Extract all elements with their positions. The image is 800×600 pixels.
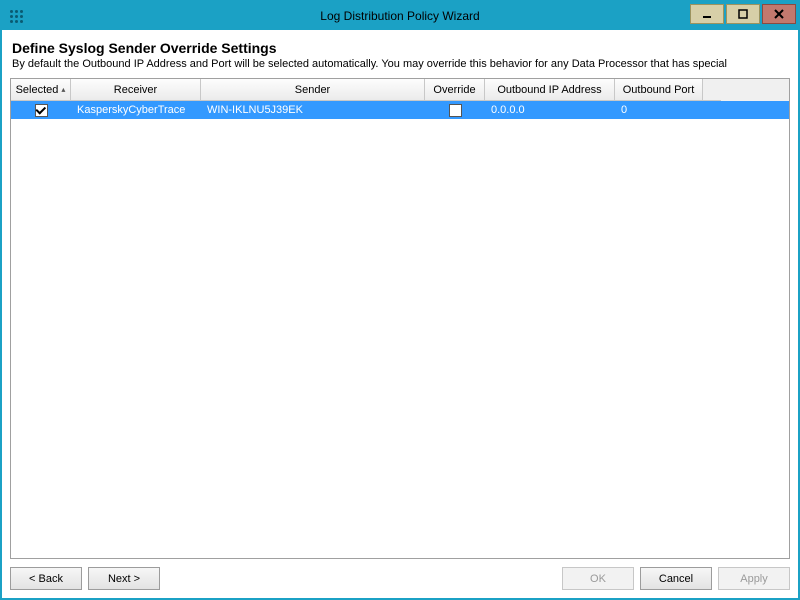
col-header-receiver[interactable]: Receiver (71, 79, 201, 101)
page-subtext: By default the Outbound IP Address and P… (12, 58, 788, 70)
override-checkbox-icon[interactable] (449, 104, 462, 117)
col-header-ip[interactable]: Outbound IP Address (485, 79, 615, 101)
apply-button: Apply (718, 567, 790, 590)
button-row: < Back Next > OK Cancel Apply (10, 559, 790, 590)
col-header-port[interactable]: Outbound Port (615, 79, 703, 101)
titlebar[interactable]: Log Distribution Policy Wizard (2, 2, 798, 30)
cell-ip: 0.0.0.0 (485, 101, 615, 119)
col-header-selected-label: Selected (16, 84, 59, 96)
grid-body[interactable]: KasperskyCyberTrace WIN-IKLNU5J39EK 0.0.… (11, 101, 789, 558)
cell-selected[interactable] (11, 101, 71, 119)
override-grid: Selected ▴ Receiver Sender Override Outb… (10, 78, 790, 559)
col-header-scroll-gutter (703, 79, 721, 101)
ok-button: OK (562, 567, 634, 590)
cancel-button[interactable]: Cancel (640, 567, 712, 590)
app-icon (2, 2, 30, 30)
wizard-window: Log Distribution Policy Wizard Define Sy… (0, 0, 800, 600)
page-heading: Define Syslog Sender Override Settings (12, 40, 788, 56)
back-button[interactable]: < Back (10, 567, 82, 590)
sort-asc-icon: ▴ (61, 85, 65, 94)
cell-port: 0 (615, 101, 703, 119)
close-button[interactable] (762, 4, 796, 24)
minimize-button[interactable] (690, 4, 724, 24)
col-header-override[interactable]: Override (425, 79, 485, 101)
grid-header: Selected ▴ Receiver Sender Override Outb… (11, 79, 789, 101)
client-area: Define Syslog Sender Override Settings B… (2, 30, 798, 598)
window-title: Log Distribution Policy Wizard (2, 9, 798, 23)
cell-override[interactable] (425, 101, 485, 119)
maximize-button[interactable] (726, 4, 760, 24)
cell-sender: WIN-IKLNU5J39EK (201, 101, 425, 119)
next-button[interactable]: Next > (88, 567, 160, 590)
table-row[interactable]: KasperskyCyberTrace WIN-IKLNU5J39EK 0.0.… (11, 101, 789, 119)
window-controls (690, 2, 798, 30)
selected-checkbox-icon[interactable] (35, 104, 48, 117)
col-header-sender[interactable]: Sender (201, 79, 425, 101)
cell-receiver: KasperskyCyberTrace (71, 101, 201, 119)
col-header-selected[interactable]: Selected ▴ (11, 79, 71, 101)
cell-scroll-gutter (703, 101, 721, 119)
